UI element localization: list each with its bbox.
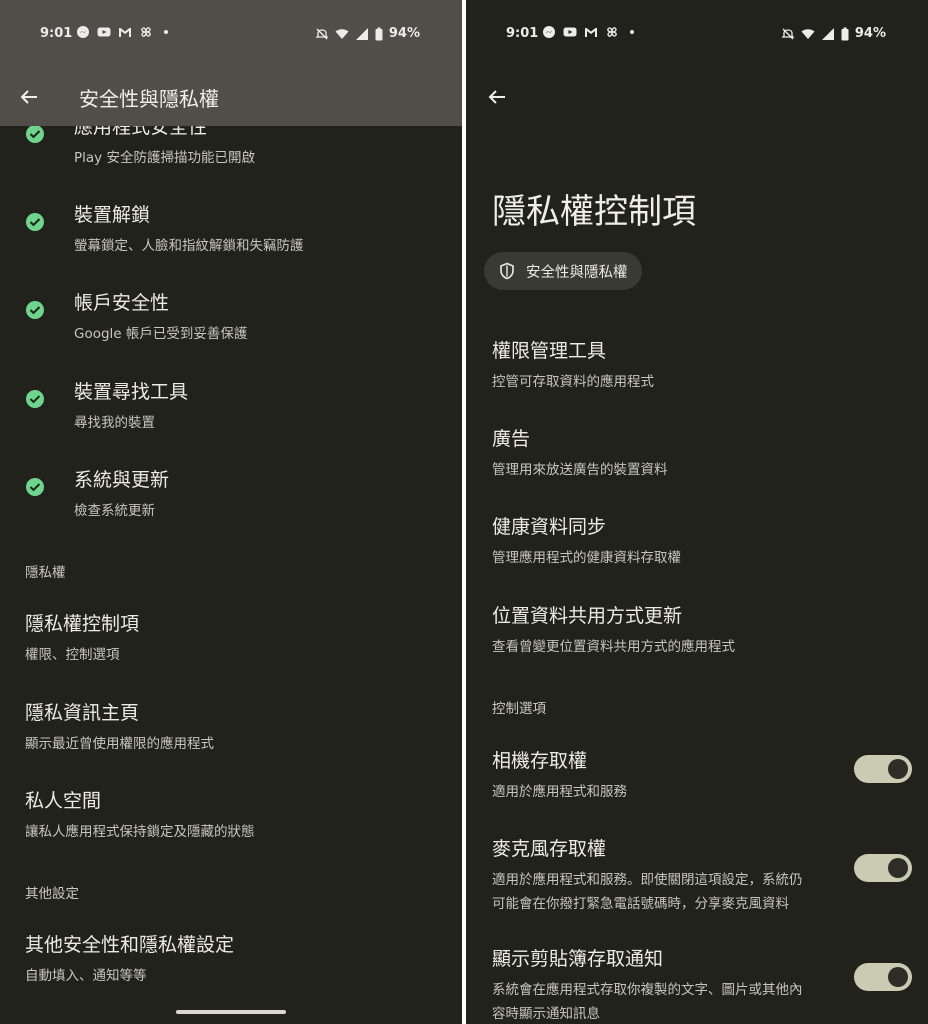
item-title: 廣告 xyxy=(492,428,531,450)
item-title: 麥克風存取權 xyxy=(492,838,607,860)
item-title: 顯示剪貼簿存取通知 xyxy=(492,948,664,970)
item-subtitle: 螢幕鎖定、人臉和指紋解鎖和失竊防護 xyxy=(74,238,304,254)
item-subtitle: 控管可存取資料的應用程式 xyxy=(492,374,654,390)
battery-percent: 94% xyxy=(854,26,886,41)
item-subtitle: 自動填入、通知等等 xyxy=(25,968,147,984)
item-subtitle: Google 帳戶已受到妥善保護 xyxy=(74,326,248,342)
clipboard-notification-toggle[interactable] xyxy=(854,963,912,991)
youtube-icon xyxy=(563,25,577,39)
item-title: 位置資料共用方式更新 xyxy=(492,605,683,627)
item-subtitle: 查看曾變更位置資料共用方式的應用程式 xyxy=(492,639,735,655)
toggle-knob xyxy=(888,759,908,779)
wifi-icon xyxy=(335,27,349,41)
notification-dot-icon xyxy=(164,30,168,34)
messenger-icon xyxy=(542,25,556,39)
camera-access-toggle[interactable] xyxy=(854,755,912,783)
battery-icon xyxy=(375,27,383,41)
status-time: 9:01 xyxy=(40,26,73,41)
back-arrow-icon[interactable] xyxy=(18,86,40,108)
shield-icon xyxy=(498,262,516,280)
app-bar: 安全性與隱私權 xyxy=(0,66,462,126)
toggle-row-clipboard-notifications[interactable]: 顯示剪貼簿存取通知 系統會在應用程式存取你複製的文字、圖片或其他內 容時顯示通知… xyxy=(466,944,928,1022)
wifi-icon xyxy=(801,27,815,41)
gmail-icon xyxy=(118,25,132,39)
pinwheel-icon xyxy=(605,25,619,39)
item-subtitle-line2: 可能會在你撥打緊急電話號碼時，分享麥克風資料 xyxy=(492,896,789,912)
item-title: 隱私資訊主頁 xyxy=(25,702,140,724)
mute-icon xyxy=(781,27,795,41)
section-header-controls: 控制選項 xyxy=(492,701,546,717)
item-subtitle: 檢查系統更新 xyxy=(74,503,155,519)
breadcrumb-chip[interactable]: 安全性與隱私權 xyxy=(484,252,642,290)
item-title: 帳戶安全性 xyxy=(74,292,170,314)
item-subtitle: 權限、控制選項 xyxy=(25,647,120,663)
item-title: 裝置解鎖 xyxy=(74,204,151,226)
battery-percent: 94% xyxy=(388,26,420,41)
item-subtitle: 系統會在應用程式存取你複製的文字、圖片或其他內 xyxy=(492,982,803,998)
status-time: 9:01 xyxy=(506,26,539,41)
item-subtitle: 顯示最近曾使用權限的應用程式 xyxy=(25,736,214,752)
item-subtitle: Play 安全防護掃描功能已開啟 xyxy=(74,150,255,166)
gesture-nav-bar[interactable] xyxy=(176,1010,286,1014)
messenger-icon xyxy=(76,25,90,39)
item-subtitle: 尋找我的裝置 xyxy=(74,415,155,431)
page-title: 隱私權控制項 xyxy=(492,192,696,232)
left-screen: 9:01 94% 安全性與隱私權 應用程式安全性 Play 安全防護掃描功能已開… xyxy=(0,0,462,1024)
gmail-icon xyxy=(584,25,598,39)
item-subtitle: 讓私人應用程式保持鎖定及隱藏的狀態 xyxy=(25,824,255,840)
check-circle-icon xyxy=(25,300,45,320)
check-circle-icon xyxy=(25,124,45,144)
item-title: 權限管理工具 xyxy=(492,340,607,362)
back-arrow-icon[interactable] xyxy=(486,86,508,108)
chip-label: 安全性與隱私權 xyxy=(526,264,628,281)
item-subtitle: 管理用來放送廣告的裝置資料 xyxy=(492,462,668,478)
battery-icon xyxy=(841,27,849,41)
toggle-row-microphone-access[interactable]: 麥克風存取權 適用於應用程式和服務。即使關閉這項設定，系統仍 可能會在你撥打緊急… xyxy=(466,834,928,912)
toggle-row-camera-access[interactable]: 相機存取權 適用於應用程式和服務 xyxy=(466,746,928,806)
item-subtitle: 適用於應用程式和服務 xyxy=(492,784,627,800)
item-title: 其他安全性和隱私權設定 xyxy=(25,934,235,956)
item-title: 隱私權控制項 xyxy=(25,613,140,635)
section-header-other: 其他設定 xyxy=(25,886,79,902)
pinwheel-icon xyxy=(139,25,153,39)
notification-dot-icon xyxy=(630,30,634,34)
microphone-access-toggle[interactable] xyxy=(854,854,912,882)
item-title: 健康資料同步 xyxy=(492,516,607,538)
item-subtitle: 適用於應用程式和服務。即使關閉這項設定，系統仍 xyxy=(492,872,803,888)
app-bar-title: 安全性與隱私權 xyxy=(79,87,219,111)
check-circle-icon xyxy=(25,477,45,497)
section-header-privacy: 隱私權 xyxy=(25,565,66,581)
right-screen: 9:01 94% 隱私權控制項 安全性與隱私權 權限管理工具 控管可存取資料的應… xyxy=(466,0,928,1024)
signal-icon xyxy=(355,27,369,41)
signal-icon xyxy=(821,27,835,41)
check-circle-icon xyxy=(25,389,45,409)
toggle-knob xyxy=(888,967,908,987)
youtube-icon xyxy=(97,25,111,39)
check-circle-icon xyxy=(25,212,45,232)
item-subtitle: 管理應用程式的健康資料存取權 xyxy=(492,550,681,566)
status-bar: 9:01 94% xyxy=(0,0,462,66)
item-title: 相機存取權 xyxy=(492,750,588,772)
item-title: 私人空間 xyxy=(25,790,102,812)
item-subtitle-line2: 容時顯示通知訊息 xyxy=(492,1006,600,1022)
mute-icon xyxy=(315,27,329,41)
item-title: 裝置尋找工具 xyxy=(74,381,189,403)
status-bar: 9:01 94% xyxy=(466,0,928,66)
toggle-knob xyxy=(888,858,908,878)
item-title: 系統與更新 xyxy=(74,469,170,491)
